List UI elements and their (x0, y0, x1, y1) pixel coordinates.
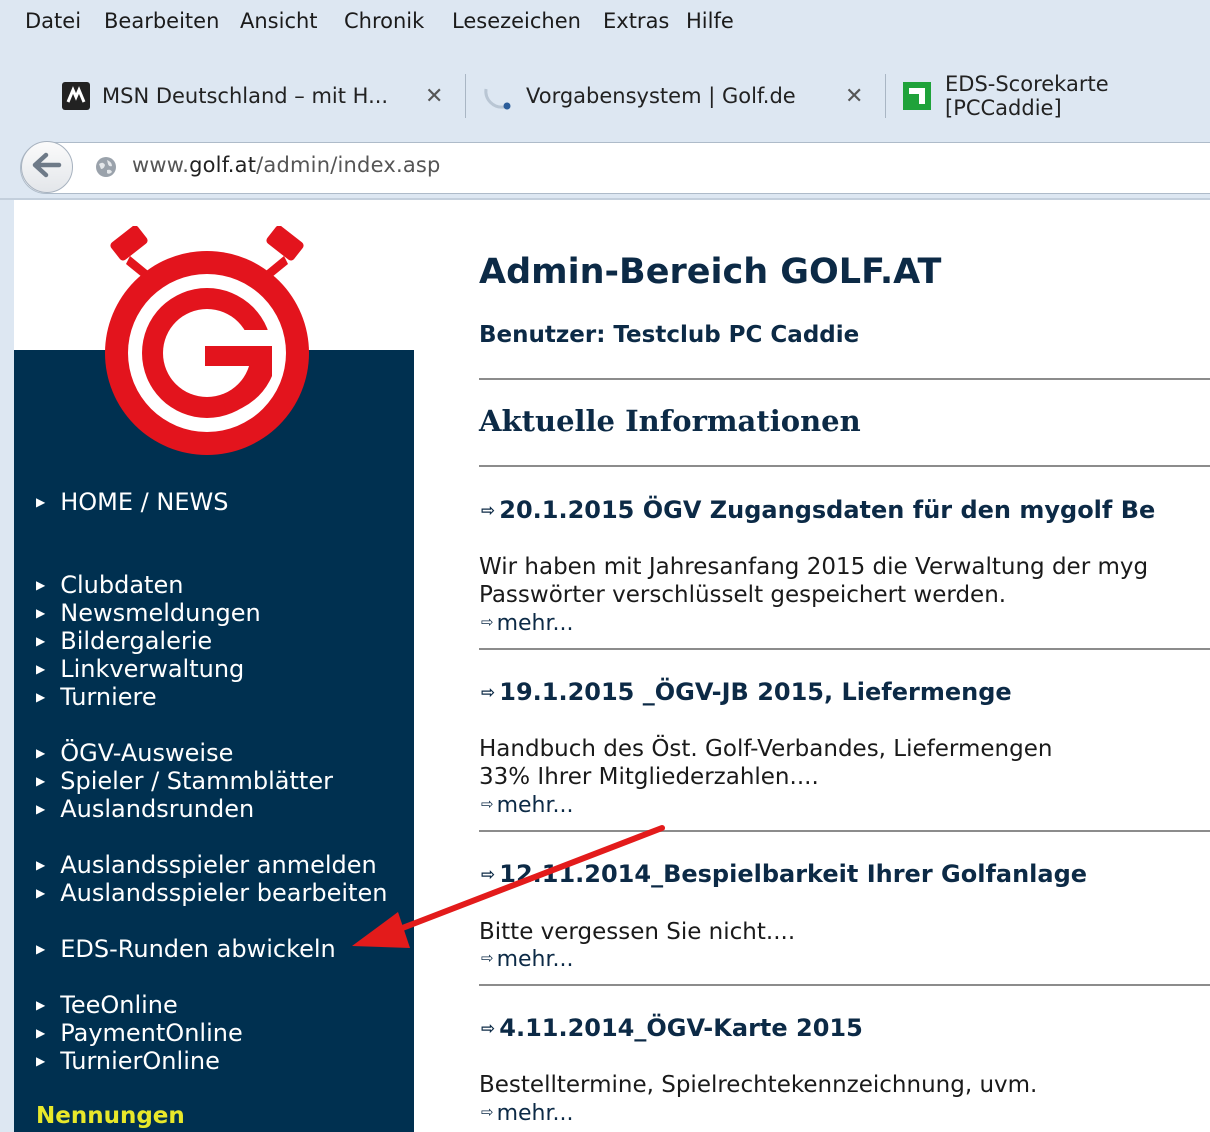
sidebar-item-bildergalerie[interactable]: ▶ Bildergalerie (36, 627, 212, 655)
msn-icon (62, 82, 90, 110)
bullet-icon: ▶ (36, 1026, 46, 1040)
bullet-icon: ▶ (36, 578, 46, 592)
bullet-icon: ▶ (36, 942, 46, 956)
more-link[interactable]: ⇨ mehr... (481, 611, 574, 636)
menu-bar: Datei Bearbeiten Ansicht Chronik Lesezei… (0, 0, 1210, 44)
link-arrow-icon: ⇨ (481, 613, 494, 631)
news-title-link[interactable]: ⇨ 4.11.2014_ÖGV-Karte 2015 (481, 1014, 863, 1042)
divider (479, 465, 1210, 467)
sidebar-item-clubdaten[interactable]: ▶ Clubdaten (36, 571, 183, 599)
more-link[interactable]: ⇨ mehr... (481, 1101, 574, 1126)
link-arrow-icon: ⇨ (481, 795, 494, 813)
user-label: Benutzer: Testclub PC Caddie (479, 322, 860, 348)
close-icon[interactable]: ✕ (425, 84, 443, 109)
link-arrow-icon: ⇨ (481, 1019, 496, 1039)
bullet-icon: ▶ (36, 774, 46, 788)
tab-title: EDS-Scorekarte [PCCaddie] (945, 72, 1109, 120)
menu-hilfe[interactable]: Hilfe (686, 9, 734, 33)
news-body: Wir haben mit Jahresanfang 2015 die Verw… (479, 554, 1149, 608)
sidebar-item-turniere[interactable]: ▶ Turniere (36, 683, 157, 711)
bullet-icon: ▶ (36, 858, 46, 872)
tab-divider (465, 74, 466, 118)
section-heading: Aktuelle Informationen (479, 404, 861, 438)
sidebar-item-teeonline[interactable]: ▶ TeeOnline (36, 991, 178, 1019)
sidebar-item-auslandsspieler-anmelden[interactable]: ▶ Auslandsspieler anmelden (36, 851, 377, 879)
sidebar-item-home[interactable]: ▶ HOME / NEWS (36, 488, 228, 516)
chrome-divider (0, 198, 1210, 200)
tab-msn[interactable]: MSN Deutschland – mit H... (62, 72, 388, 120)
sidebar-heading-nennungen: Nennungen (36, 1103, 185, 1129)
sidebar-item-spieler-stammblaetter[interactable]: ▶ Spieler / Stammblätter (36, 767, 333, 795)
link-arrow-icon: ⇨ (481, 501, 496, 521)
sidebar-item-auslandsspieler-bearbeiten[interactable]: ▶ Auslandsspieler bearbeiten (36, 879, 387, 907)
pccaddie-icon (903, 82, 931, 110)
navigation-bar: www.golf.at/admin/index.asp (0, 130, 1210, 200)
sidebar-item-turnieronline[interactable]: ▶ TurnierOnline (36, 1047, 220, 1075)
sidebar-item-oegv-ausweise[interactable]: ▶ ÖGV-Ausweise (36, 739, 233, 767)
menu-lesezeichen[interactable]: Lesezeichen (452, 9, 581, 33)
menu-ansicht[interactable]: Ansicht (240, 9, 318, 33)
menu-chronik[interactable]: Chronik (344, 9, 424, 33)
more-link[interactable]: ⇨ mehr... (481, 793, 574, 818)
bullet-icon: ▶ (36, 802, 46, 816)
page-title: Admin-Bereich GOLF.AT (479, 252, 942, 292)
back-arrow-icon (32, 152, 62, 182)
url-text[interactable]: www.golf.at/admin/index.asp (132, 153, 441, 177)
bullet-icon: ▶ (36, 1054, 46, 1068)
globe-icon (95, 156, 117, 178)
bullet-icon: ▶ (36, 634, 46, 648)
link-arrow-icon: ⇨ (481, 949, 494, 967)
window-edge (0, 200, 14, 1132)
close-icon[interactable]: ✕ (845, 84, 863, 109)
tab-bar: MSN Deutschland – mit H... ✕ Vorgabensys… (0, 60, 1210, 130)
divider (479, 830, 1210, 832)
loading-icon (482, 81, 512, 111)
oegv-logo (102, 225, 312, 462)
divider (479, 648, 1210, 650)
menu-bearbeiten[interactable]: Bearbeiten (104, 9, 219, 33)
bullet-icon: ▶ (36, 746, 46, 760)
bullet-icon: ▶ (36, 606, 46, 620)
divider (479, 378, 1210, 380)
bullet-icon: ▶ (36, 886, 46, 900)
divider (479, 984, 1210, 986)
bullet-icon: ▶ (36, 690, 46, 704)
back-button[interactable] (21, 141, 73, 193)
sidebar-item-eds-runden[interactable]: ▶ EDS-Runden abwickeln (36, 935, 336, 963)
news-title-link[interactable]: ⇨ 19.1.2015 _ÖGV-JB 2015, Liefermenge (481, 678, 1012, 706)
bullet-icon: ▶ (36, 662, 46, 676)
news-body: Handbuch des Öst. Golf-Verbandes, Liefer… (479, 736, 1053, 790)
menu-extras[interactable]: Extras (603, 9, 669, 33)
news-title-link[interactable]: ⇨ 12.11.2014_Bespielbarkeit Ihrer Golfanl… (481, 860, 1087, 888)
bullet-icon: ▶ (36, 998, 46, 1012)
tab-golf-de[interactable]: Vorgabensystem | Golf.de (482, 72, 796, 120)
news-body: Bestelltermine, Spielrechtekennzeichnung… (479, 1072, 1038, 1098)
browser-chrome: Datei Bearbeiten Ansicht Chronik Lesezei… (0, 0, 1210, 200)
link-arrow-icon: ⇨ (481, 1103, 494, 1121)
menu-datei[interactable]: Datei (25, 9, 81, 33)
sidebar-item-linkverwaltung[interactable]: ▶ Linkverwaltung (36, 655, 244, 683)
sidebar-item-paymentonline[interactable]: ▶ PaymentOnline (36, 1019, 243, 1047)
tab-divider (885, 74, 886, 118)
news-title-link[interactable]: ⇨ 20.1.2015 ÖGV Zugangsdaten für den mygo… (481, 496, 1155, 524)
sidebar-item-auslandsrunden[interactable]: ▶ Auslandsrunden (36, 795, 254, 823)
tab-title: Vorgabensystem | Golf.de (526, 84, 796, 108)
link-arrow-icon: ⇨ (481, 865, 496, 885)
more-link[interactable]: ⇨ mehr... (481, 947, 574, 972)
tab-eds-scorekarte[interactable]: EDS-Scorekarte [PCCaddie] (903, 72, 1210, 120)
link-arrow-icon: ⇨ (481, 683, 496, 703)
news-body: Bitte vergessen Sie nicht.... (479, 919, 796, 945)
tab-title: MSN Deutschland – mit H... (102, 84, 389, 108)
sidebar-item-newsmeldungen[interactable]: ▶ Newsmeldungen (36, 599, 261, 627)
bullet-icon: ▶ (36, 495, 46, 509)
